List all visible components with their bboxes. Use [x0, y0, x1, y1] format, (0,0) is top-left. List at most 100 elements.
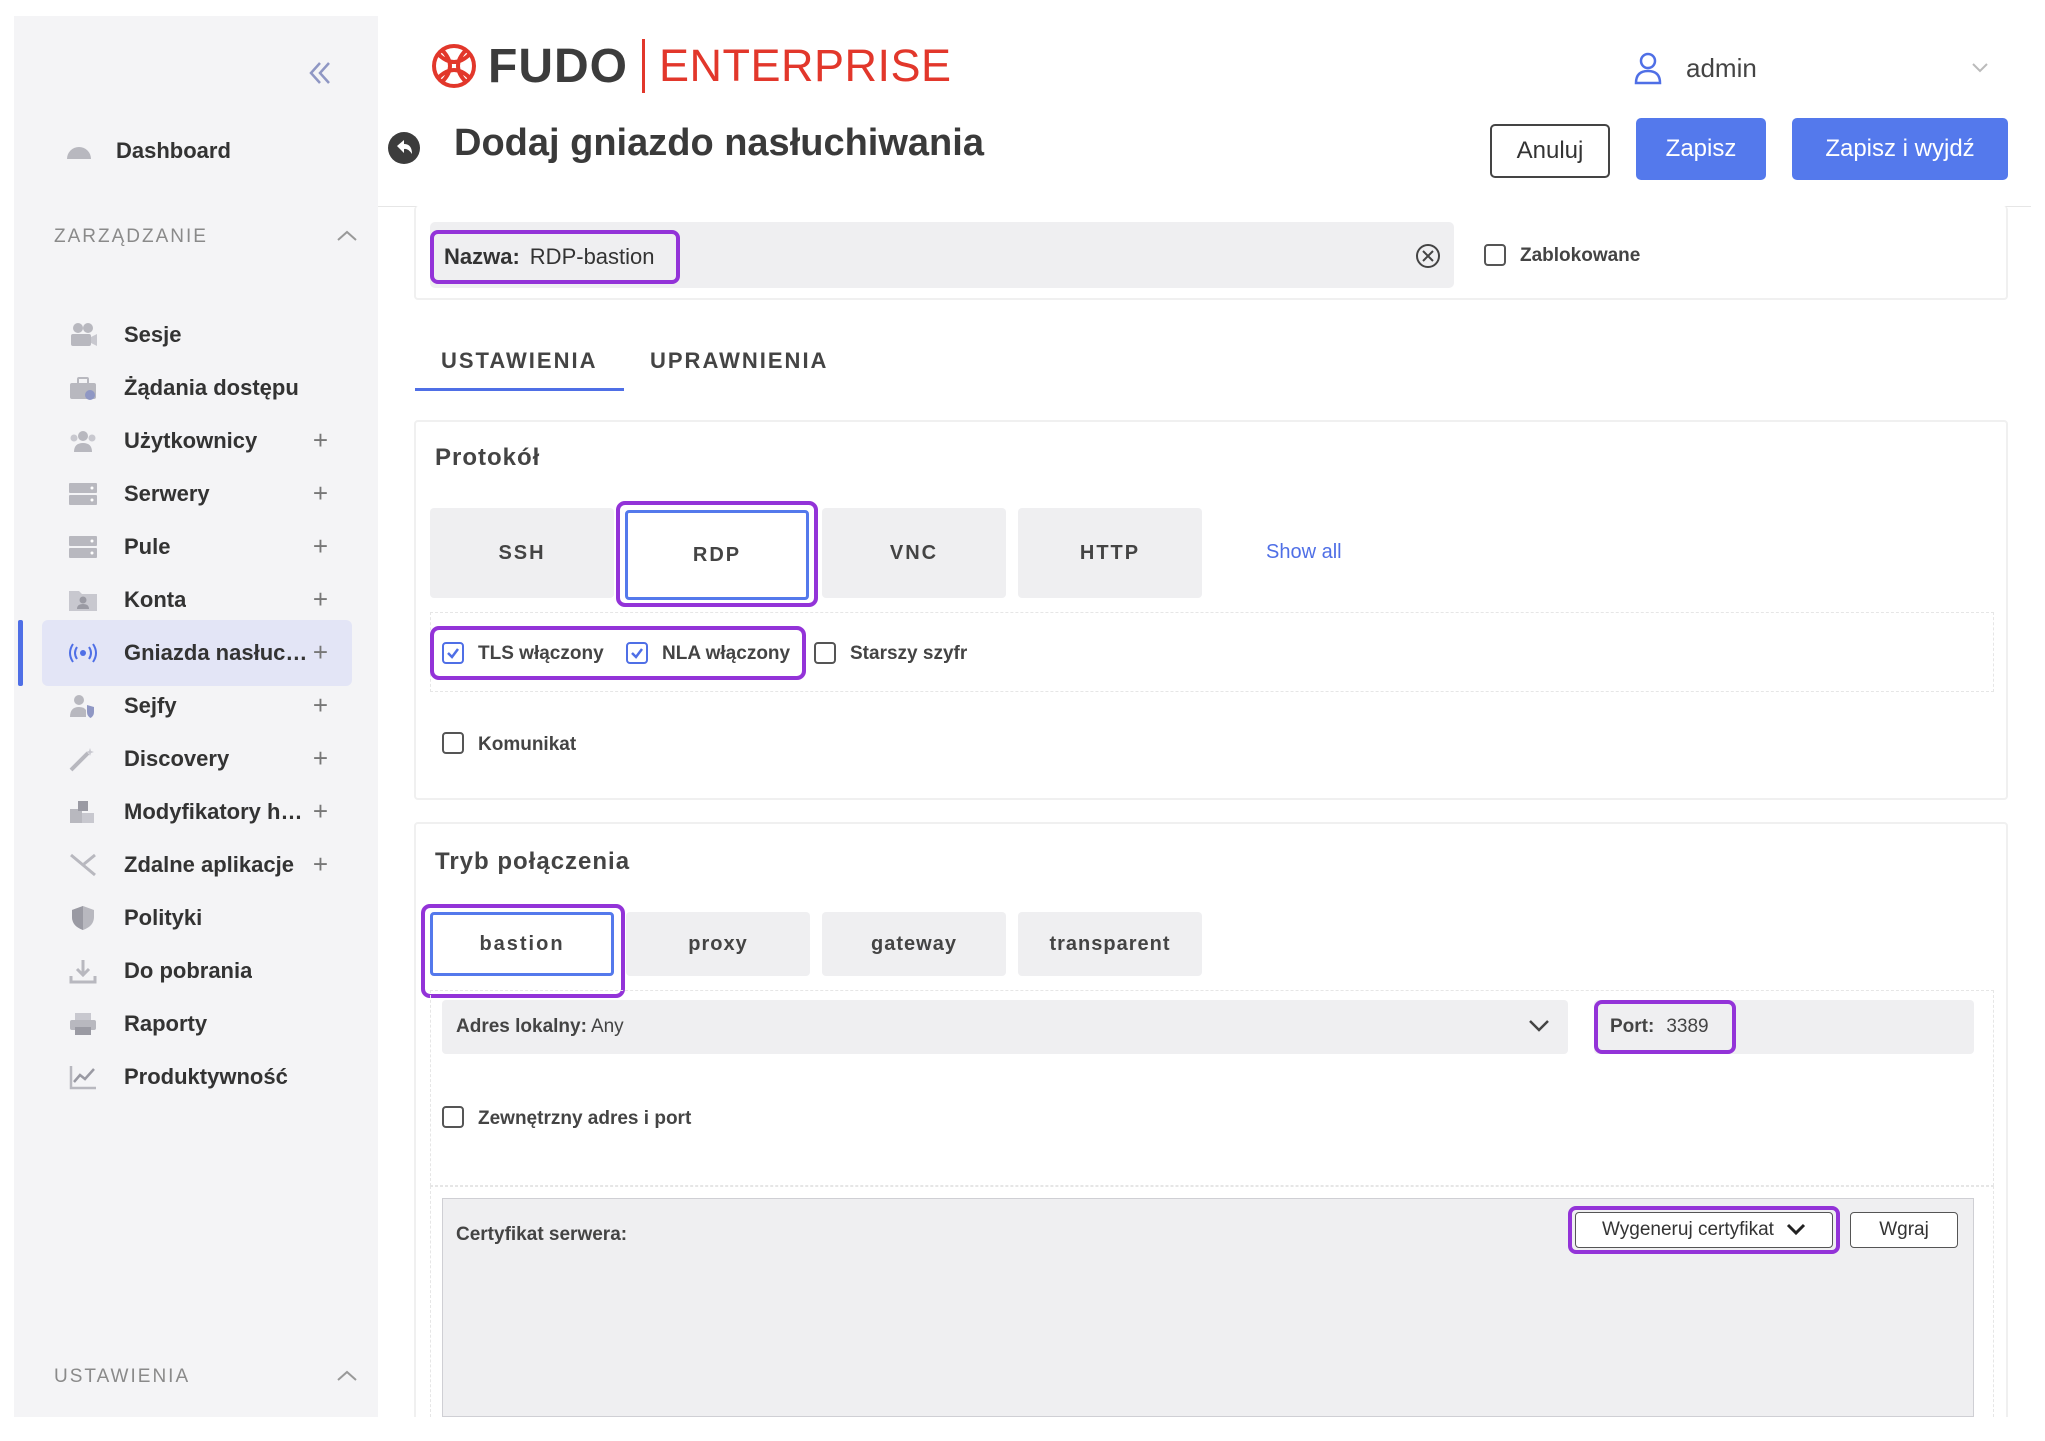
- name-value: RDP-bastion: [529, 244, 655, 269]
- brand-separator: [641, 39, 645, 93]
- mode-option-gateway[interactable]: gateway: [822, 912, 1006, 976]
- active-tab-indicator: [415, 388, 624, 391]
- back-arrow-icon: [397, 140, 412, 154]
- add-icon[interactable]: +: [313, 531, 328, 561]
- sidebar-item-label: Pule: [124, 534, 171, 559]
- save-button[interactable]: Zapisz: [1636, 118, 1766, 180]
- mode-option-proxy[interactable]: proxy: [626, 912, 810, 976]
- port-value: 3389: [1666, 1016, 1709, 1037]
- generate-certificate-label: Wygeneruj certyfikat: [1602, 1219, 1774, 1240]
- mode-option-transparent[interactable]: transparent: [1018, 912, 1202, 976]
- sidebar-item-label: Zdalne aplikacje: [124, 852, 294, 877]
- puzzle-icon: [66, 795, 100, 829]
- local-address-select[interactable]: Adres lokalny: Any: [442, 1000, 1568, 1054]
- add-icon[interactable]: +: [313, 637, 328, 667]
- sidebar-item-label: Do pobrania: [124, 958, 253, 983]
- checkmark-icon: [447, 648, 459, 659]
- shield-icon: [66, 901, 100, 935]
- mode-option-bastion[interactable]: bastion: [430, 912, 614, 976]
- protocol-option-http[interactable]: HTTP: [1018, 508, 1202, 598]
- tls-checkbox[interactable]: [442, 642, 464, 664]
- sidebar-item-label: Modyfikatory haseł: [124, 799, 314, 824]
- add-icon[interactable]: +: [313, 796, 328, 826]
- add-icon[interactable]: +: [313, 849, 328, 879]
- message-checkbox[interactable]: [442, 732, 464, 754]
- upload-certificate-button[interactable]: Wgraj: [1850, 1212, 1958, 1248]
- chevron-up-icon[interactable]: [332, 222, 362, 252]
- safe-icon: [66, 689, 100, 723]
- add-icon[interactable]: +: [313, 743, 328, 773]
- back-button[interactable]: [388, 132, 420, 164]
- external-address-label: Zewnętrzny adres i port: [478, 1108, 692, 1129]
- show-all-link[interactable]: Show all: [1266, 541, 1342, 564]
- certificate-label: Certyfikat serwera:: [456, 1224, 628, 1245]
- port-field-highlight: Port: 3389: [1594, 1000, 1736, 1054]
- active-item-indicator: [18, 620, 23, 686]
- sidebar-item-dashboard[interactable]: Dashboard: [42, 118, 352, 184]
- users-icon: [66, 424, 100, 458]
- add-icon[interactable]: +: [313, 425, 328, 455]
- clear-icon[interactable]: [1414, 242, 1442, 270]
- printer-icon: [66, 1007, 100, 1041]
- sidebar-item-label: Produktywność: [124, 1064, 288, 1089]
- collapse-sidebar-button[interactable]: [298, 56, 342, 100]
- broadcast-icon: [66, 636, 100, 670]
- nla-label: NLA włączony: [662, 643, 791, 664]
- generate-certificate-highlight: Wygeneruj certyfikat: [1568, 1206, 1840, 1254]
- port-label: Port:: [1610, 1016, 1655, 1037]
- sidebar-item-label: Użytkownicy: [124, 428, 258, 453]
- connection-mode-heading: Tryb połączenia: [435, 848, 631, 875]
- name-label: Nazwa:: [444, 244, 520, 269]
- blocked-checkbox[interactable]: [1484, 244, 1506, 266]
- name-field-highlight: Nazwa: RDP-bastion: [430, 230, 680, 284]
- dashboard-icon: [62, 134, 96, 168]
- fudo-logo-icon: [432, 44, 476, 88]
- brand-logo: FUDO ENTERPRISE: [428, 38, 952, 94]
- tls-label: TLS włączony: [478, 643, 604, 664]
- chevron-down-icon: [1786, 1223, 1806, 1236]
- sidebar-item-label: Sesje: [124, 322, 182, 347]
- sidebar-item-label: Discovery: [124, 746, 230, 771]
- tab-settings[interactable]: USTAWIENIA: [441, 348, 597, 374]
- chevron-down-icon: [1529, 1020, 1549, 1032]
- brand-edition: ENTERPRISE: [658, 40, 952, 91]
- brand-name: FUDO: [488, 39, 628, 93]
- sidebar-item-label: Konta: [124, 587, 187, 612]
- blocked-label: Zablokowane: [1520, 245, 1641, 266]
- protocol-option-ssh[interactable]: SSH: [430, 508, 614, 598]
- cancel-button[interactable]: Anuluj: [1490, 124, 1610, 178]
- sidebar-item-label: Serwery: [124, 481, 210, 506]
- checkmark-icon: [631, 648, 643, 659]
- protocol-option-vnc[interactable]: VNC: [822, 508, 1006, 598]
- chart-icon: [66, 1060, 100, 1094]
- user-icon: [1634, 52, 1662, 85]
- chevron-up-icon[interactable]: [332, 1362, 362, 1392]
- sidebar-item-label: Sejfy: [124, 693, 177, 718]
- nla-checkbox[interactable]: [626, 642, 648, 664]
- sidebar-item-label: Dashboard: [116, 138, 231, 163]
- protocol-option-rdp[interactable]: RDP: [625, 510, 809, 600]
- message-label: Komunikat: [478, 734, 577, 755]
- legacy-cipher-checkbox[interactable]: [814, 642, 836, 664]
- add-icon[interactable]: +: [313, 690, 328, 720]
- server-icon: [66, 477, 100, 511]
- add-icon[interactable]: +: [313, 478, 328, 508]
- user-name: admin: [1686, 52, 1757, 83]
- add-icon[interactable]: +: [313, 584, 328, 614]
- app-window: Dashboard ZARZĄDZANIE Sesje Żądania dostę…: [14, 16, 2031, 1417]
- briefcase-icon: [66, 371, 100, 405]
- sidebar-item-15[interactable]: Produktywność: [42, 1044, 352, 1110]
- user-menu[interactable]: admin: [1634, 46, 1757, 90]
- local-address-label: Adres lokalny:: [456, 1016, 587, 1037]
- external-address-checkbox[interactable]: [442, 1106, 464, 1128]
- remote-app-icon: [66, 848, 100, 882]
- chevron-down-icon[interactable]: [1971, 62, 1989, 74]
- magic-wand-icon: [66, 742, 100, 776]
- tab-permissions[interactable]: UPRAWNIENIA: [650, 348, 828, 374]
- pool-icon: [66, 530, 100, 564]
- generate-certificate-button[interactable]: Wygeneruj certyfikat: [1575, 1212, 1833, 1248]
- sidebar-item-label: Raporty: [124, 1011, 208, 1036]
- double-chevron-left-icon: [309, 62, 330, 84]
- save-and-exit-button[interactable]: Zapisz i wyjdź: [1792, 118, 2008, 180]
- legacy-cipher-label: Starszy szyfr: [850, 643, 968, 664]
